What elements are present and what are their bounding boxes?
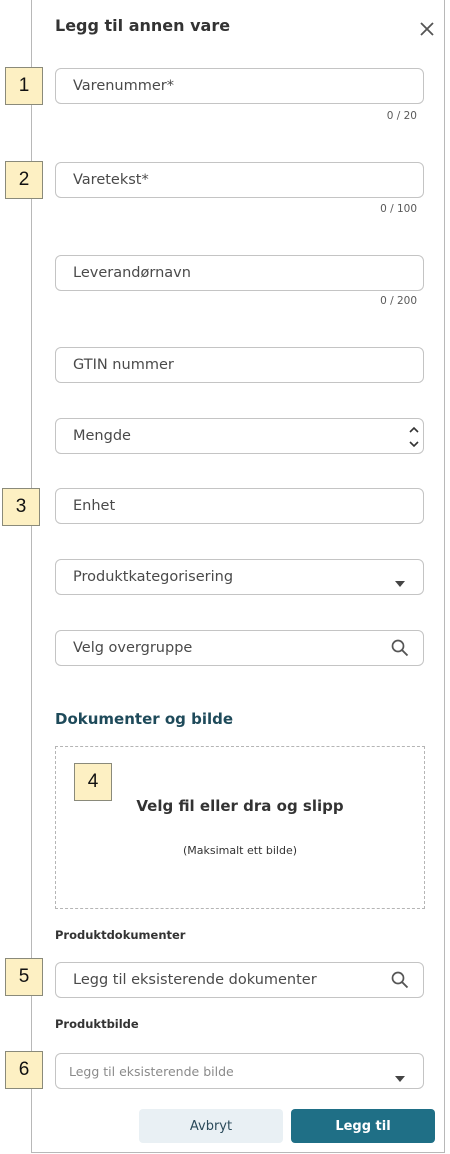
produktbilde-select[interactable]: Legg til eksisterende bilde: [55, 1053, 424, 1089]
cancel-button[interactable]: Avbryt: [139, 1109, 283, 1143]
produktdokumenter-label: Produktdokumenter: [55, 928, 186, 942]
varenummer-counter: 0 / 20: [386, 110, 417, 122]
search-icon[interactable]: [391, 639, 409, 661]
dropdown-caret-icon: [394, 1068, 406, 1087]
documents-section-title: Dokumenter og bilde: [55, 710, 234, 728]
varetekst-counter: 0 / 100: [380, 203, 417, 215]
dropzone-subtitle: (Maksimalt ett bilde): [182, 844, 298, 857]
annotation-marker-2: 2: [5, 161, 43, 199]
leverandornavn-input[interactable]: Leverandørnavn: [55, 255, 424, 291]
overgruppe-placeholder: Velg overgruppe: [73, 640, 193, 656]
overgruppe-search[interactable]: Velg overgruppe: [55, 630, 424, 666]
dropdown-caret-icon: [394, 573, 406, 592]
produktdokumenter-search[interactable]: Legg til eksisterende dokumenter: [55, 962, 424, 998]
enhet-placeholder: Enhet: [73, 498, 116, 514]
close-icon[interactable]: [416, 18, 438, 40]
leverandornavn-counter: 0 / 200: [380, 295, 417, 307]
varetekst-input[interactable]: Varetekst*: [55, 162, 424, 198]
produktkategorisering-select[interactable]: Produktkategorisering: [55, 559, 424, 595]
annotation-marker-4: 4: [74, 763, 112, 801]
search-icon[interactable]: [391, 971, 409, 993]
varetekst-placeholder: Varetekst*: [73, 172, 149, 188]
varenummer-placeholder: Varenummer*: [73, 78, 175, 94]
produktkategorisering-placeholder: Produktkategorisering: [73, 569, 234, 585]
spinner-arrows-icon[interactable]: [408, 424, 420, 454]
produktdokumenter-placeholder: Legg til eksisterende dokumenter: [73, 972, 317, 988]
annotation-marker-6: 6: [5, 1051, 43, 1089]
gtin-input[interactable]: GTIN nummer: [55, 347, 424, 383]
annotation-marker-1: 1: [5, 67, 43, 105]
annotation-marker-5: 5: [5, 958, 43, 996]
gtin-placeholder: GTIN nummer: [73, 357, 174, 373]
leverandornavn-placeholder: Leverandørnavn: [73, 265, 191, 281]
produktbilde-label: Produktbilde: [55, 1017, 139, 1031]
varenummer-input[interactable]: Varenummer*: [55, 68, 424, 104]
produktbilde-placeholder: Legg til eksisterende bilde: [69, 1064, 234, 1079]
add-button[interactable]: Legg til: [291, 1109, 435, 1143]
dialog-title: Legg til annen vare: [55, 16, 231, 35]
mengde-input[interactable]: Mengde: [55, 418, 424, 454]
mengde-placeholder: Mengde: [73, 428, 131, 444]
annotation-marker-3: 3: [2, 488, 40, 526]
enhet-input[interactable]: Enhet: [55, 488, 424, 524]
